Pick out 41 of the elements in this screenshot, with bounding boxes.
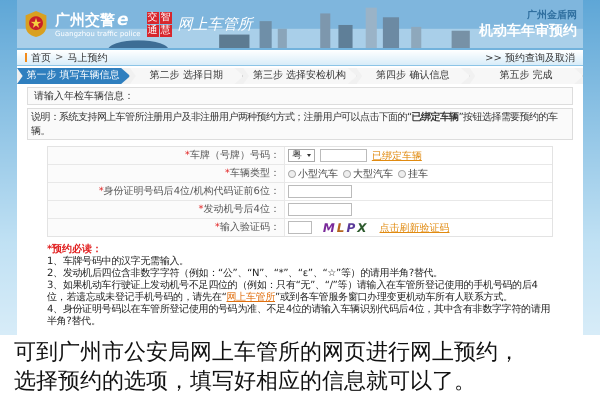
radio-button[interactable] — [288, 170, 296, 178]
site-name: 广州金盾网 — [526, 8, 577, 22]
captcha-input-field[interactable] — [288, 221, 312, 234]
plate-input-field[interactable] — [320, 149, 367, 162]
radio-button[interactable] — [398, 170, 406, 178]
caption-text: 选择预约的选项，填写好相应的信息就可以了。 — [14, 368, 477, 396]
portal-title: 网上车管所 — [178, 14, 253, 34]
radio-label: 小型汽车 — [298, 168, 338, 180]
booking-query-link[interactable]: >> 预约查询及取消 — [485, 50, 575, 64]
note-text: 1、车牌号码中的汉字无需输入。 — [47, 256, 190, 268]
step-tab[interactable]: 第一步 填写车辆信息 — [17, 68, 130, 84]
field-label: *车辆类型： — [48, 165, 285, 182]
radio-button[interactable] — [342, 170, 351, 178]
site-logo-title: 广州交警e — [55, 10, 130, 30]
step-tab[interactable]: 第四步 确认信息 — [356, 68, 470, 84]
input-field[interactable] — [288, 203, 352, 216]
step-tab[interactable]: 第三步 选择安检机构 — [243, 68, 357, 84]
logo-badge: 交 智 通 慧 — [146, 12, 172, 36]
note-text: 3、如果机动车行驶证上发动机号不足四位的（例如：只有“无”、“/”等）请输入在车管所登记使用的手机号码的后4位，若遗忘或未登记手机号码的，请先在“网上车管所”或到各车管服务窗口办理变更机动车所有人联系方式。 — [47, 280, 539, 304]
note-text: 4、身份证明号码以在车管所登记使用的号码为准、不足4位的请输入车辆识别代码后4位，其中含有非数字字符的请用半角?替代。 — [47, 304, 552, 328]
field-label: *输入验证码： — [48, 219, 285, 236]
field-label: *身份证明号码后4位/机构代码证前6位： — [48, 183, 285, 200]
notes-title: *预约必读： — [47, 242, 104, 256]
province-select[interactable]: 粤 — [288, 149, 315, 162]
breadcrumb-separator: > — [55, 52, 64, 63]
captcha-image: MLPX — [322, 220, 370, 234]
notice-text: 说明：系统支持网上车管所注册用户及非注册用户两种预约方式；注册用户可以点击下面的“已绑定车辆”按钮选择需要预约的车辆。 — [27, 108, 573, 140]
page-title: 机动车年审预约 — [479, 22, 577, 40]
radio-label: 挂车 — [408, 168, 428, 180]
section-title: 请输入年检车辆信息： — [27, 87, 573, 105]
field-label: *车牌（号牌）号码： — [48, 147, 285, 164]
step-tab[interactable]: 第二步 选择日期 — [130, 68, 244, 84]
police-emblem-icon — [23, 10, 49, 38]
radio-label: 大型汽车 — [352, 168, 393, 180]
step-tab[interactable]: 第五步 完成 — [470, 68, 584, 84]
breadcrumb-current: 马上预约 — [67, 52, 108, 64]
note-text: 2、发动机后四位含非数字字符（例如：“公”、“N”、“*”、“ε”、“☆”等）的请用半角?替代。 — [47, 268, 444, 280]
home-link[interactable]: 首页 — [31, 50, 51, 64]
caption-text: 可到广州市公安局网上车管所的网页进行网上预约， — [14, 339, 521, 367]
field-label: *发动机号后4位： — [48, 201, 285, 218]
input-field[interactable] — [288, 185, 352, 198]
